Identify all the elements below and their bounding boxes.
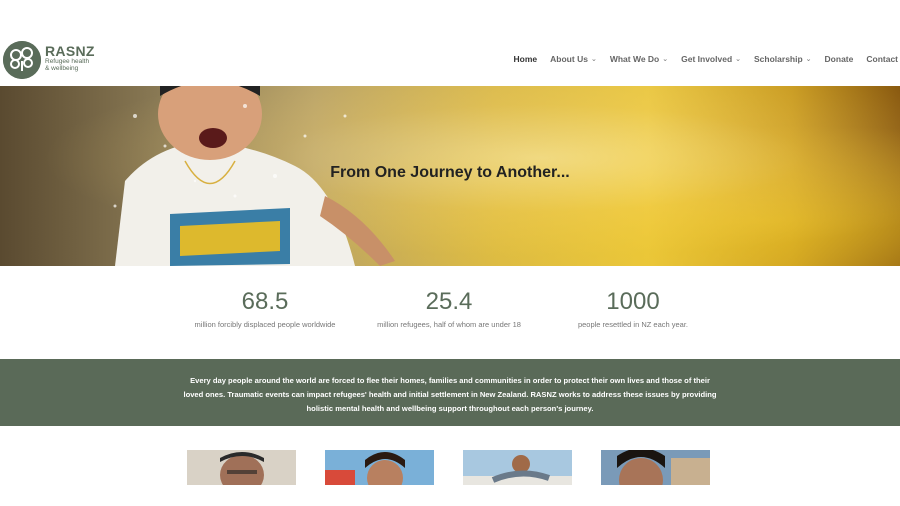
stat-resettled: 1000 people resettled in NZ each year.: [538, 288, 728, 329]
nav-scholarship-label: Scholarship: [754, 54, 803, 64]
chevron-down-icon: ⌄: [805, 56, 812, 63]
logo-tagline-1: Refugee health: [45, 58, 90, 65]
site-header: RASNZ Refugee health & wellbeing Home Ab…: [0, 0, 900, 86]
stat-label: million forcibly displaced people worldw…: [194, 320, 336, 329]
chevron-down-icon: ⌄: [735, 56, 742, 63]
nav-about-us-label: About Us: [550, 54, 588, 64]
nav-home-label: Home: [513, 54, 538, 64]
nav-donate-label: Donate: [824, 54, 854, 64]
stat-value: 1000: [606, 288, 660, 315]
chevron-down-icon: ⌄: [590, 56, 597, 63]
main-nav: Home About Us ⌄ What We Do ⌄ Get Involve…: [501, 54, 898, 64]
logo-name: RASNZ: [45, 43, 95, 59]
stats-section: 68.5 million forcibly displaced people w…: [0, 266, 900, 359]
mission-band: Every day people around the world are fo…: [0, 359, 900, 426]
nav-get-involved[interactable]: Get Involved ⌄: [681, 54, 741, 64]
mission-text: Every day people around the world are fo…: [183, 376, 717, 413]
profile-cards: [0, 426, 900, 506]
stat-value: 68.5: [241, 288, 289, 315]
nav-get-involved-label: Get Involved: [681, 54, 733, 64]
nav-about-us[interactable]: About Us ⌄: [550, 54, 597, 64]
nav-what-we-do[interactable]: What We Do ⌄: [610, 54, 668, 64]
nav-contact-label: Contact: [866, 54, 898, 64]
stat-label: people resettled in NZ each year.: [577, 320, 689, 329]
logo-tagline-2: & wellbeing: [45, 65, 79, 72]
site-logo[interactable]: RASNZ Refugee health & wellbeing: [3, 41, 95, 79]
stat-label: million refugees, half of whom are under…: [377, 320, 521, 329]
nav-donate[interactable]: Donate: [825, 54, 854, 64]
profile-card-image[interactable]: [325, 450, 434, 485]
profile-card-image[interactable]: [187, 450, 296, 485]
profile-card-image[interactable]: [463, 450, 572, 485]
chevron-down-icon: ⌄: [662, 56, 669, 63]
hero-banner: From One Journey to Another...: [0, 86, 900, 266]
stat-displaced: 68.5 million forcibly displaced people w…: [170, 288, 360, 329]
stat-value: 25.4: [425, 288, 473, 315]
hero-title: From One Journey to Another...: [330, 164, 570, 181]
profile-card-image[interactable]: [601, 450, 710, 485]
nav-contact[interactable]: Contact: [866, 54, 898, 64]
nav-scholarship[interactable]: Scholarship ⌄: [754, 54, 812, 64]
stat-refugees: 25.4 million refugees, half of whom are …: [354, 288, 544, 329]
nav-home[interactable]: Home: [514, 54, 538, 64]
nav-what-we-do-label: What We Do: [609, 54, 660, 64]
tree-logo-icon: [3, 41, 41, 79]
